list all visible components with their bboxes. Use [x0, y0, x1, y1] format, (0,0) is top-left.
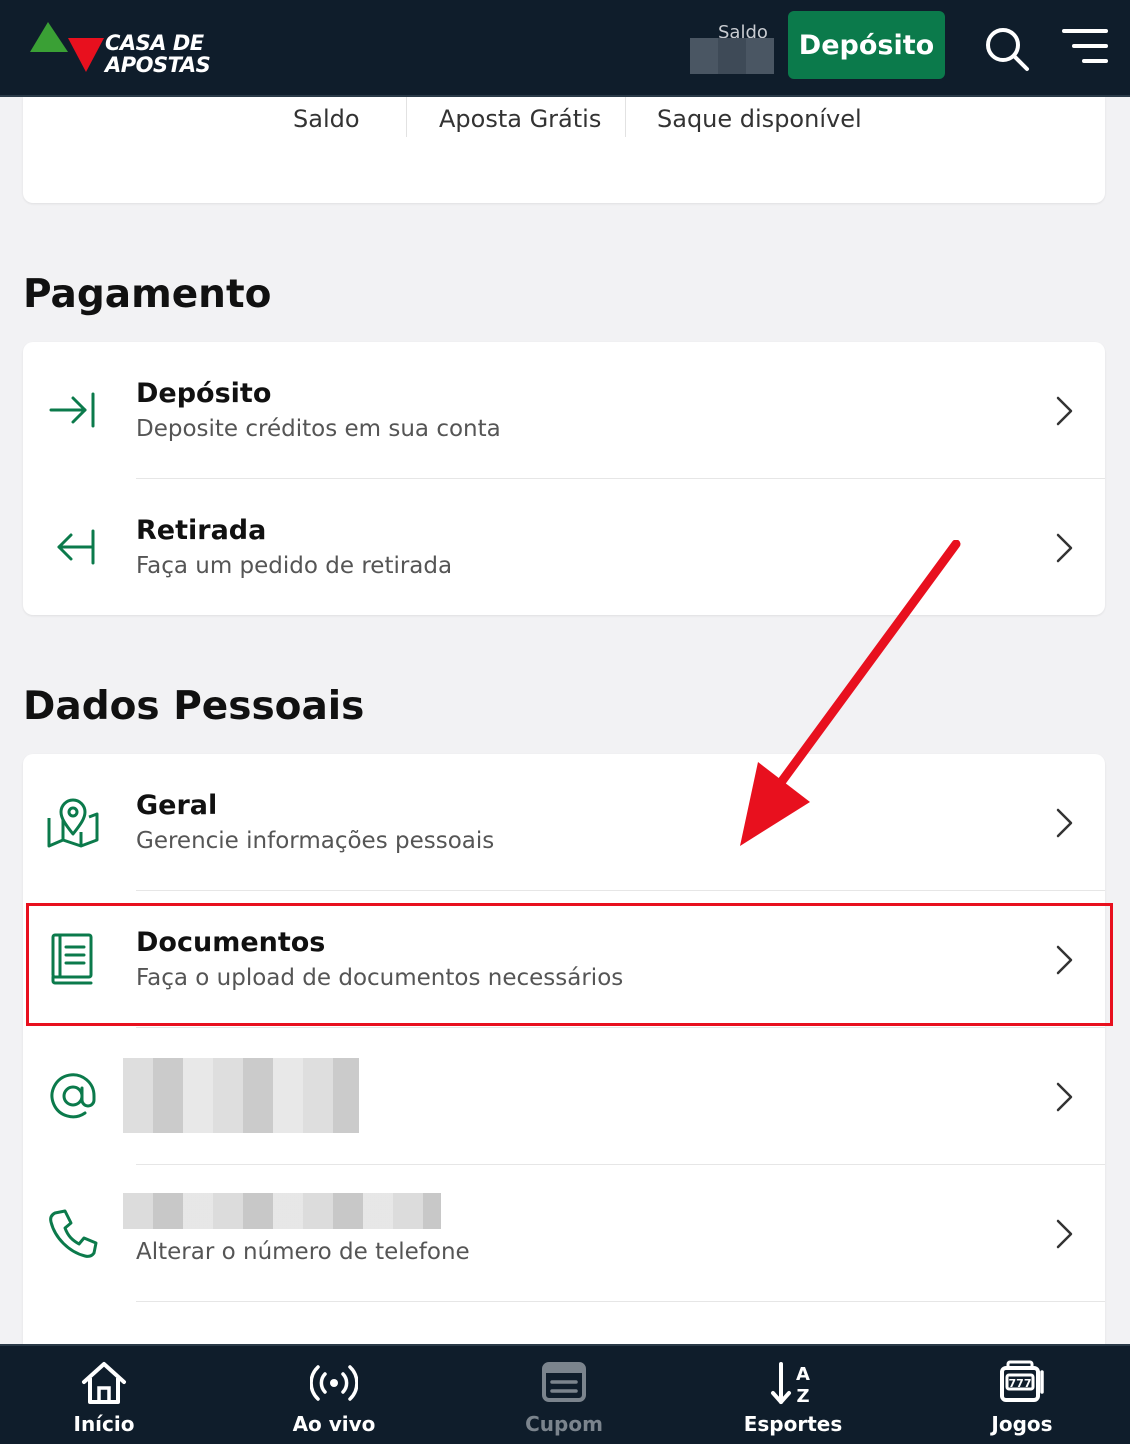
svg-text:Z: Z: [796, 1386, 809, 1406]
deposit-arrow-in-icon: [49, 392, 95, 428]
menu-icon[interactable]: [1062, 26, 1108, 66]
chevron-right-icon: [1056, 808, 1073, 838]
nav-label: Cupom: [525, 1412, 603, 1436]
phone-number-blurred: [123, 1193, 441, 1229]
menu-item-subtitle: Faça um pedido de retirada: [136, 553, 453, 579]
nav-label: Início: [73, 1412, 135, 1436]
live-icon: [310, 1365, 358, 1401]
menu-item-title: Geral: [136, 790, 218, 821]
phone-icon: [49, 1209, 98, 1258]
coupon-icon: [542, 1362, 586, 1402]
top-header: CASA DE APOSTAS Saldo Depósito: [0, 0, 1130, 97]
menu-item-phone[interactable]: Alterar o número de telefone: [23, 1165, 1105, 1302]
balance-value-blurred: [690, 38, 774, 74]
summary-divider: [625, 97, 626, 137]
map-pin-icon: [47, 798, 99, 848]
svg-text:777: 777: [1009, 1377, 1032, 1390]
section-title-payment: Pagamento: [23, 272, 272, 317]
home-icon: [82, 1362, 126, 1404]
search-icon[interactable]: [982, 24, 1030, 72]
nav-label: Ao vivo: [292, 1412, 376, 1436]
email-blurred: [123, 1058, 359, 1133]
menu-item-deposit[interactable]: Depósito Deposite créditos em sua conta: [23, 342, 1105, 479]
balance-summary-card: Saldo Aposta Grátis Saque disponível: [23, 97, 1105, 203]
menu-item-subtitle: Gerencie informações pessoais: [136, 828, 495, 854]
menu-item-title: Depósito: [136, 378, 272, 409]
chevron-right-icon: [1056, 1219, 1073, 1249]
summary-saque-disponivel: Saque disponível: [657, 105, 862, 133]
nav-item-home[interactable]: Início: [34, 1346, 174, 1444]
nav-item-sports[interactable]: A Z Esportes: [723, 1346, 863, 1444]
row-separator: [136, 1301, 1105, 1302]
nav-label: Jogos: [991, 1412, 1053, 1436]
slot-machine-icon: 777: [1000, 1360, 1044, 1402]
menu-item-title: Retirada: [136, 515, 267, 546]
deposit-button[interactable]: Depósito: [788, 11, 945, 79]
menu-item-email[interactable]: [23, 1028, 1105, 1165]
nav-item-live[interactable]: Ao vivo: [264, 1346, 404, 1444]
nav-item-coupon[interactable]: Cupom: [494, 1346, 634, 1444]
logo-text: CASA DE APOSTAS: [105, 31, 211, 77]
sort-az-icon: A Z: [771, 1362, 810, 1406]
section-title-personal-data: Dados Pessoais: [23, 684, 365, 729]
menu-item-subtitle: Deposite créditos em sua conta: [136, 416, 501, 442]
bottom-navigation: Início Ao vivo Cupom A Z Esportes 777 Jo…: [0, 1344, 1130, 1444]
chevron-right-icon: [1056, 1082, 1073, 1112]
chevron-right-icon: [1056, 533, 1073, 563]
summary-divider: [406, 97, 407, 137]
menu-item-subtitle: Alterar o número de telefone: [136, 1239, 470, 1265]
svg-text:A: A: [796, 1364, 810, 1385]
withdrawal-arrow-out-icon: [57, 529, 95, 565]
summary-aposta-gratis: Aposta Grátis: [439, 105, 602, 133]
chevron-right-icon: [1056, 396, 1073, 426]
at-sign-icon: [50, 1073, 96, 1119]
nav-item-games[interactable]: 777 Jogos: [952, 1346, 1092, 1444]
documents-highlight-box: [26, 903, 1113, 1026]
summary-saldo: Saldo: [293, 105, 360, 133]
annotation-arrow-icon: [740, 540, 961, 846]
nav-label: Esportes: [743, 1412, 843, 1436]
